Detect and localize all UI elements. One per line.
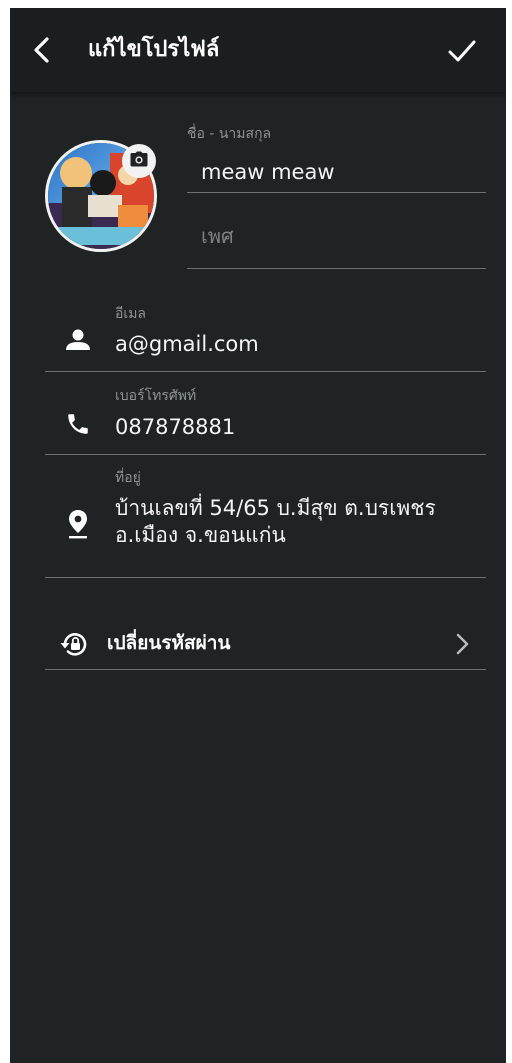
chevron-right-icon [454,632,470,656]
camera-icon [130,151,148,171]
name-underline [187,192,486,193]
change-password-underline [45,669,486,670]
name-label: ชื่อ - นามสกุล [187,126,272,142]
person-icon [64,326,92,354]
address-input[interactable]: บ้านเลขที่ 54/65 บ.มีสุข ต.บรเพชร อ.เมือ… [115,495,485,549]
address-underline [45,577,486,578]
edit-profile-screen: แก้ไขโปรไฟล์ ชื่อ - นามสกุล meaw meaw เพ… [10,8,506,1063]
back-button[interactable] [24,34,60,70]
gender-input[interactable] [201,222,481,250]
change-password-label: เปลี่ยนรหัสผ่าน [107,632,231,654]
location-pin-icon [64,510,92,539]
gender-underline [187,268,486,269]
email-underline [45,371,486,372]
avatar-container[interactable] [45,140,159,254]
app-bar: แก้ไขโปรไฟล์ [10,8,506,92]
save-button[interactable] [444,35,480,71]
phone-label: เบอร์โทรศัพท์ [115,388,197,404]
address-label: ที่อยู่ [115,470,141,486]
phone-icon [64,410,92,438]
check-icon [447,38,477,68]
page-title: แก้ไขโปรไฟล์ [88,37,220,62]
phone-underline [45,454,486,455]
email-input[interactable] [115,330,475,358]
chevron-left-icon [30,35,54,69]
change-password-row[interactable]: เปลี่ยนรหัสผ่าน [45,620,486,668]
lock-reset-icon [59,628,91,660]
email-label: อีเมล [115,306,147,322]
name-input[interactable] [201,158,481,186]
phone-input[interactable] [115,413,475,441]
change-photo-button[interactable] [122,144,156,178]
